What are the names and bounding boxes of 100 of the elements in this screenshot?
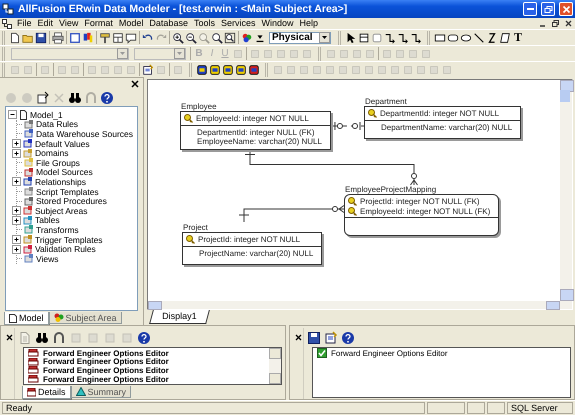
relationship-icon[interactable] (397, 32, 409, 44)
rounded-rectangle-icon[interactable] (447, 32, 459, 44)
menu-item[interactable]: Model (116, 18, 146, 29)
new-item-icon[interactable] (36, 91, 50, 105)
text-tool-button[interactable]: T (512, 31, 524, 44)
menu-item[interactable]: Database (146, 18, 191, 29)
zoom-frame-icon[interactable] (224, 32, 236, 44)
tree-item[interactable]: Model_1 (30, 110, 63, 120)
expand-icon[interactable] (12, 235, 21, 244)
find-next-icon[interactable] (52, 331, 66, 345)
tree-item[interactable]: Relationships (35, 176, 86, 187)
tree-item[interactable]: Tables (35, 215, 60, 226)
tab[interactable]: Subject Area (48, 312, 122, 324)
tree-item[interactable]: Data Rules (36, 119, 78, 130)
properties-icon[interactable] (142, 64, 154, 76)
polygon-icon[interactable] (499, 32, 511, 44)
database-icon[interactable] (196, 64, 208, 76)
help-icon[interactable] (137, 331, 151, 345)
close-icon[interactable] (564, 19, 573, 28)
file-icon[interactable] (9, 32, 21, 44)
rectangle-icon[interactable] (434, 32, 446, 44)
document-icon[interactable] (2, 18, 12, 28)
database-icon[interactable] (248, 64, 260, 76)
menu-item[interactable]: Edit (34, 18, 56, 29)
tab[interactable]: Model (4, 312, 49, 325)
ellipse-icon[interactable] (460, 32, 472, 44)
tree-item[interactable]: Views (36, 254, 59, 264)
maximize-button[interactable] (541, 2, 555, 16)
brush-icon[interactable] (99, 32, 111, 44)
tree-item[interactable]: Domains (35, 148, 69, 158)
relationship-icon[interactable] (384, 32, 396, 44)
entity-box[interactable]: EmployeeId: integer NOT NULL DepartmentId: integer NULL (FK) EmployeeName: varchar(20) NULL (180, 111, 331, 150)
view-dropdown[interactable]: Physical (269, 32, 331, 44)
pointer-icon[interactable] (345, 32, 357, 44)
magnifier-minus-icon[interactable] (185, 32, 197, 44)
menu-item[interactable]: File (14, 18, 35, 29)
binoculars-icon[interactable] (35, 331, 49, 345)
tab[interactable]: Summary (70, 386, 132, 398)
log-entry[interactable]: Forward Engineer Options Editor (43, 366, 169, 375)
close-button[interactable] (559, 2, 573, 16)
entity-box[interactable]: ProjectId: integer NOT NULL (FK) EmployeeId: integer NOT NULL (FK) (344, 194, 500, 236)
tree-item[interactable]: Script Templates (36, 186, 99, 197)
help-icon[interactable] (100, 91, 114, 105)
log-entry[interactable]: Forward Engineer Options Editor (43, 374, 169, 384)
database-icon[interactable] (235, 64, 247, 76)
log-entry[interactable]: Forward Engineer Options Editor (43, 357, 169, 366)
relationship-line[interactable] (238, 205, 344, 222)
frame-icon[interactable] (69, 32, 81, 44)
database-icon[interactable] (209, 64, 221, 76)
tree-item[interactable]: Trigger Templates (35, 234, 103, 245)
collapse-icon[interactable] (8, 110, 17, 120)
close-icon[interactable] (131, 80, 139, 88)
printer-icon[interactable] (52, 32, 64, 44)
close-icon[interactable] (294, 334, 302, 341)
database-icon[interactable] (222, 64, 234, 76)
table-icon[interactable] (112, 32, 124, 44)
log-entry[interactable]: Forward Engineer Options Editor (43, 348, 169, 358)
expand-icon[interactable] (12, 216, 21, 225)
tree-item[interactable]: Model Sources (36, 167, 93, 178)
tab[interactable]: Details (22, 386, 71, 399)
menu-item[interactable]: Window (258, 18, 296, 29)
entity-box[interactable]: DepartmentId: integer NOT NULL DepartmentName: varchar(20) NULL (364, 106, 522, 138)
tree-item[interactable]: Transforms (36, 224, 79, 235)
vertical-scrollbar[interactable] (269, 348, 281, 384)
expand-icon[interactable] (12, 206, 21, 216)
zigzag-icon[interactable] (486, 32, 498, 44)
menu-item[interactable]: Help (296, 18, 322, 29)
magnifier-plus-icon[interactable] (172, 32, 184, 44)
expand-icon[interactable] (12, 148, 21, 158)
tree-item[interactable]: Default Values (35, 138, 90, 149)
minimize-button[interactable] (523, 2, 537, 16)
tree-item[interactable]: Stored Procedures (36, 196, 107, 206)
vertical-scrollbar[interactable] (560, 80, 572, 301)
note-icon[interactable] (125, 32, 137, 44)
relationship-icon[interactable] (410, 32, 422, 44)
entity-box[interactable]: ProjectId: integer NOT NULL ProjectName: varchar(20) NULL (182, 232, 322, 264)
menu-item[interactable]: View (56, 18, 82, 29)
tree-item[interactable]: Subject Areas (35, 206, 88, 216)
expand-icon[interactable] (12, 244, 21, 254)
tree-item[interactable]: Data Warehouse Sources (36, 128, 134, 139)
relationship-line[interactable] (244, 149, 418, 186)
color-dots-icon[interactable] (241, 32, 253, 44)
caret-icon[interactable] (319, 32, 330, 43)
expand-icon[interactable] (12, 177, 21, 186)
tree-item[interactable]: Validation Rules (35, 244, 96, 254)
close-icon[interactable] (6, 334, 12, 341)
menu-item[interactable]: Tools (190, 18, 218, 29)
menu-item[interactable]: Services (218, 18, 258, 29)
validation-entry[interactable]: Forward Engineer Options Editor (331, 348, 448, 358)
magnifier-icon[interactable] (211, 32, 223, 44)
expand-icon[interactable] (12, 139, 21, 148)
color-bars-icon[interactable] (82, 32, 94, 44)
help-icon[interactable] (341, 331, 355, 345)
line-icon[interactable] (473, 32, 485, 44)
horizontal-scrollbar[interactable] (148, 301, 572, 309)
binoculars-icon[interactable] (68, 91, 82, 105)
entity-icon[interactable] (358, 32, 370, 44)
tree-item[interactable]: File Groups (36, 158, 80, 168)
properties-icon[interactable] (324, 331, 338, 345)
relationship-line[interactable] (330, 122, 364, 130)
